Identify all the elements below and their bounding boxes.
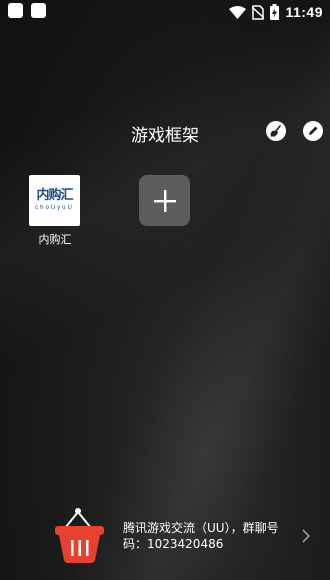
banner-text: 腾讯游戏交流（UU），群聊号码：1023420486 <box>123 521 279 551</box>
add-game-button[interactable] <box>139 175 190 226</box>
no-sim-icon <box>252 4 265 20</box>
plus-icon <box>153 189 176 212</box>
notification-square-icon <box>31 3 46 18</box>
app-logo-text: 内购汇 <box>36 188 73 203</box>
wifi-icon <box>229 5 247 19</box>
chevron-right-icon <box>302 529 311 543</box>
status-bar: 11:49 <box>0 0 330 24</box>
app-item[interactable]: 内购汇 choUyoU 内购汇 <box>29 175 81 247</box>
status-icons: 11:49 <box>229 2 323 22</box>
clock: 11:49 <box>285 4 323 20</box>
app-logo: 内购汇 choUyoU <box>29 175 80 226</box>
app-logo-subtext: choUyoU <box>35 205 74 211</box>
shopping-basket-icon <box>55 508 104 563</box>
notification-square-icon <box>8 3 23 18</box>
app-label: 内购汇 <box>38 233 72 246</box>
group-chat-banner[interactable]: 腾讯游戏交流（UU），群聊号码：1023420486 <box>51 506 311 568</box>
broom-clean-icon <box>270 125 281 137</box>
clean-button[interactable] <box>266 121 286 141</box>
battery-charging-icon <box>270 4 280 20</box>
pencil-edit-icon <box>309 126 318 135</box>
edit-button[interactable] <box>303 121 323 141</box>
background-sheen <box>0 0 330 580</box>
